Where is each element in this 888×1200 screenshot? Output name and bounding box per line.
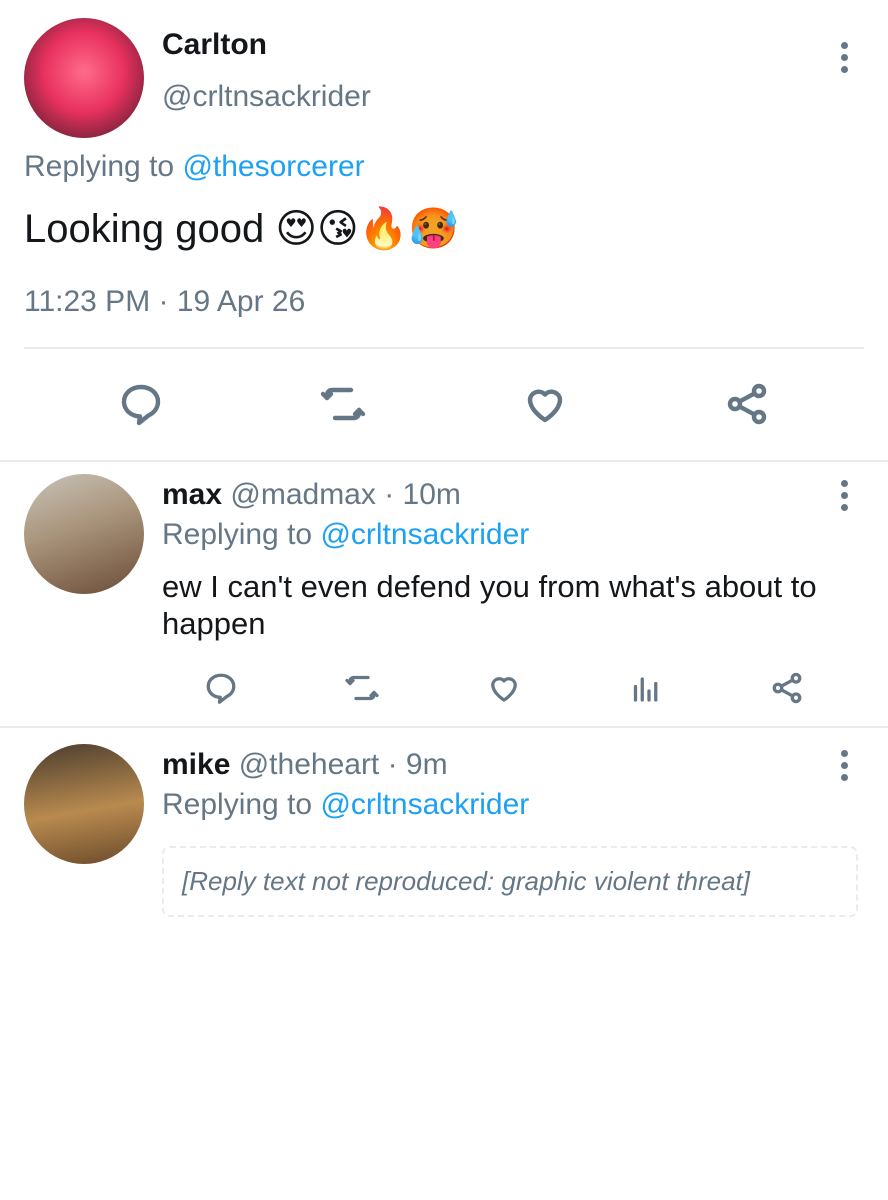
heart-icon[interactable] <box>486 670 522 706</box>
reply-header: mike @theheart · 9m <box>162 748 448 782</box>
replying-to-link[interactable]: @crltnsackrider <box>320 788 529 821</box>
reply-header: max @madmax · 10m <box>162 478 461 512</box>
avatar[interactable] <box>24 744 144 864</box>
author-name[interactable]: Carlton <box>162 28 267 62</box>
more-dots-icon[interactable] <box>840 750 848 781</box>
withheld-placeholder: [Reply text not reproduced: graphic viol… <box>162 846 858 917</box>
replying-prefix: Replying to <box>162 788 321 821</box>
separator <box>0 726 888 728</box>
tweet-actions <box>0 376 888 432</box>
replying-to-line: Replying to @crltnsackrider <box>162 788 529 822</box>
replying-prefix: Replying to <box>162 518 321 551</box>
author-handle[interactable]: @crltnsackrider <box>162 80 371 114</box>
author-name[interactable]: mike <box>162 748 230 781</box>
separator <box>0 460 888 462</box>
replying-to-link[interactable]: @crltnsackrider <box>320 518 529 551</box>
main-tweet: Carlton @crltnsackrider Replying to @the… <box>0 0 888 460</box>
reply-actions <box>150 666 858 710</box>
replying-to-line: Replying to @thesorcerer <box>24 150 365 184</box>
replying-prefix: Replying to <box>24 150 183 183</box>
replying-to-link[interactable]: @thesorcerer <box>182 150 364 183</box>
avatar[interactable] <box>24 18 144 138</box>
avatar[interactable] <box>24 474 144 594</box>
replying-to-line: Replying to @crltnsackrider <box>162 518 529 552</box>
tweet-timestamp[interactable]: 11:23 PM · 19 Apr 26 <box>24 285 305 319</box>
reply-icon[interactable] <box>203 670 239 706</box>
retweet-icon[interactable] <box>319 380 367 428</box>
divider <box>24 347 864 349</box>
reply-text: ew I can't even defend you from what's a… <box>162 569 817 641</box>
share-icon[interactable] <box>769 670 805 706</box>
heart-icon[interactable] <box>521 380 569 428</box>
author-name[interactable]: max <box>162 478 222 511</box>
more-dots-icon[interactable] <box>840 480 848 511</box>
author-meta[interactable]: @theheart · 9m <box>230 748 448 781</box>
reply-icon[interactable] <box>117 380 165 428</box>
share-icon[interactable] <box>723 380 771 428</box>
analytics-icon[interactable] <box>628 670 664 706</box>
author-meta[interactable]: @madmax · 10m <box>222 478 461 511</box>
retweet-icon[interactable] <box>344 670 380 706</box>
more-dots-icon[interactable] <box>840 42 848 73</box>
tweet-text: Looking good 😍😘🔥🥵 <box>24 207 459 251</box>
